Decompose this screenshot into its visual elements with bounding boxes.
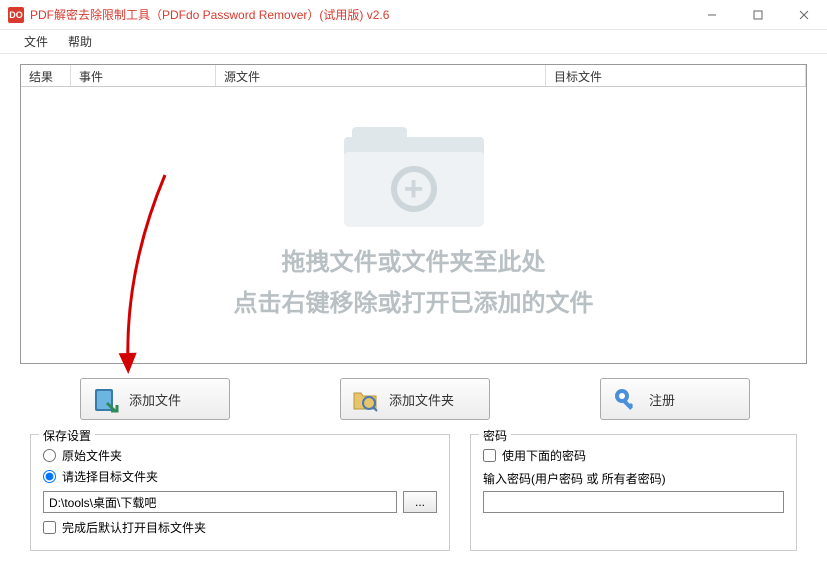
minimize-button[interactable] <box>689 0 735 30</box>
add-folder-icon <box>351 385 379 413</box>
password-input[interactable] <box>483 491 784 513</box>
column-target[interactable]: 目标文件 <box>546 65 806 86</box>
checkbox-open-after[interactable]: 完成后默认打开目标文件夹 <box>43 519 437 536</box>
open-after-label: 完成后默认打开目标文件夹 <box>62 519 206 536</box>
password-field-group: 输入密码(用户密码 或 所有者密码) <box>483 470 784 513</box>
column-result[interactable]: 结果 <box>21 65 71 86</box>
file-list-header: 结果 事件 源文件 目标文件 <box>21 65 806 87</box>
add-file-icon <box>91 385 119 413</box>
checkbox-use-password[interactable]: 使用下面的密码 <box>483 447 784 464</box>
column-source[interactable]: 源文件 <box>216 65 546 86</box>
titlebar: DO PDF解密去除限制工具（PDFdo Password Remover）(试… <box>0 0 827 30</box>
file-list-panel[interactable]: 结果 事件 源文件 目标文件 拖拽文件或文件夹至此处 点击右键移除或打开已添加的… <box>20 64 807 364</box>
target-path-input[interactable] <box>43 491 397 513</box>
menubar: 文件 帮助 <box>0 30 827 54</box>
target-path-row: ... <box>43 491 437 513</box>
folder-plus-icon <box>344 127 484 227</box>
browse-button[interactable]: ... <box>403 491 437 513</box>
window-controls <box>689 0 827 30</box>
open-after-input[interactable] <box>43 521 56 534</box>
register-label: 注册 <box>649 390 675 409</box>
add-folder-label: 添加文件夹 <box>389 390 454 409</box>
radio-original-label: 原始文件夹 <box>62 447 122 464</box>
app-icon: DO <box>8 7 24 23</box>
maximize-icon <box>753 10 763 20</box>
drop-zone[interactable]: 拖拽文件或文件夹至此处 点击右键移除或打开已添加的文件 <box>21 87 806 363</box>
drop-text-line2: 点击右键移除或打开已添加的文件 <box>234 283 594 318</box>
add-file-label: 添加文件 <box>129 390 181 409</box>
add-folder-button[interactable]: 添加文件夹 <box>340 378 490 420</box>
maximize-button[interactable] <box>735 0 781 30</box>
radio-target-label: 请选择目标文件夹 <box>62 468 158 485</box>
radio-original-input[interactable] <box>43 449 56 462</box>
register-icon <box>611 385 639 413</box>
main-content: 结果 事件 源文件 目标文件 拖拽文件或文件夹至此处 点击右键移除或打开已添加的… <box>0 54 827 561</box>
password-input-label: 输入密码(用户密码 或 所有者密码) <box>483 470 784 487</box>
close-icon <box>799 10 809 20</box>
use-password-input[interactable] <box>483 449 496 462</box>
column-event[interactable]: 事件 <box>71 65 216 86</box>
password-legend: 密码 <box>479 427 511 444</box>
save-settings-legend: 保存设置 <box>39 427 95 444</box>
menu-help[interactable]: 帮助 <box>58 30 102 53</box>
use-password-label: 使用下面的密码 <box>502 447 586 464</box>
button-row: 添加文件 添加文件夹 注册 <box>20 364 807 434</box>
save-settings-fieldset: 保存设置 原始文件夹 请选择目标文件夹 ... 完成后默认打开目标文件夹 <box>30 434 450 551</box>
minimize-icon <box>707 10 717 20</box>
drop-text-line1: 拖拽文件或文件夹至此处 <box>282 242 546 277</box>
menu-file[interactable]: 文件 <box>14 30 58 53</box>
window-title: PDF解密去除限制工具（PDFdo Password Remover）(试用版)… <box>30 6 689 23</box>
radio-original-folder[interactable]: 原始文件夹 <box>43 447 437 464</box>
add-file-button[interactable]: 添加文件 <box>80 378 230 420</box>
bottom-settings-row: 保存设置 原始文件夹 请选择目标文件夹 ... 完成后默认打开目标文件夹 密码 <box>20 434 807 551</box>
password-fieldset: 密码 使用下面的密码 输入密码(用户密码 或 所有者密码) <box>470 434 797 551</box>
close-button[interactable] <box>781 0 827 30</box>
radio-target-input[interactable] <box>43 470 56 483</box>
radio-choose-target[interactable]: 请选择目标文件夹 <box>43 468 437 485</box>
register-button[interactable]: 注册 <box>600 378 750 420</box>
